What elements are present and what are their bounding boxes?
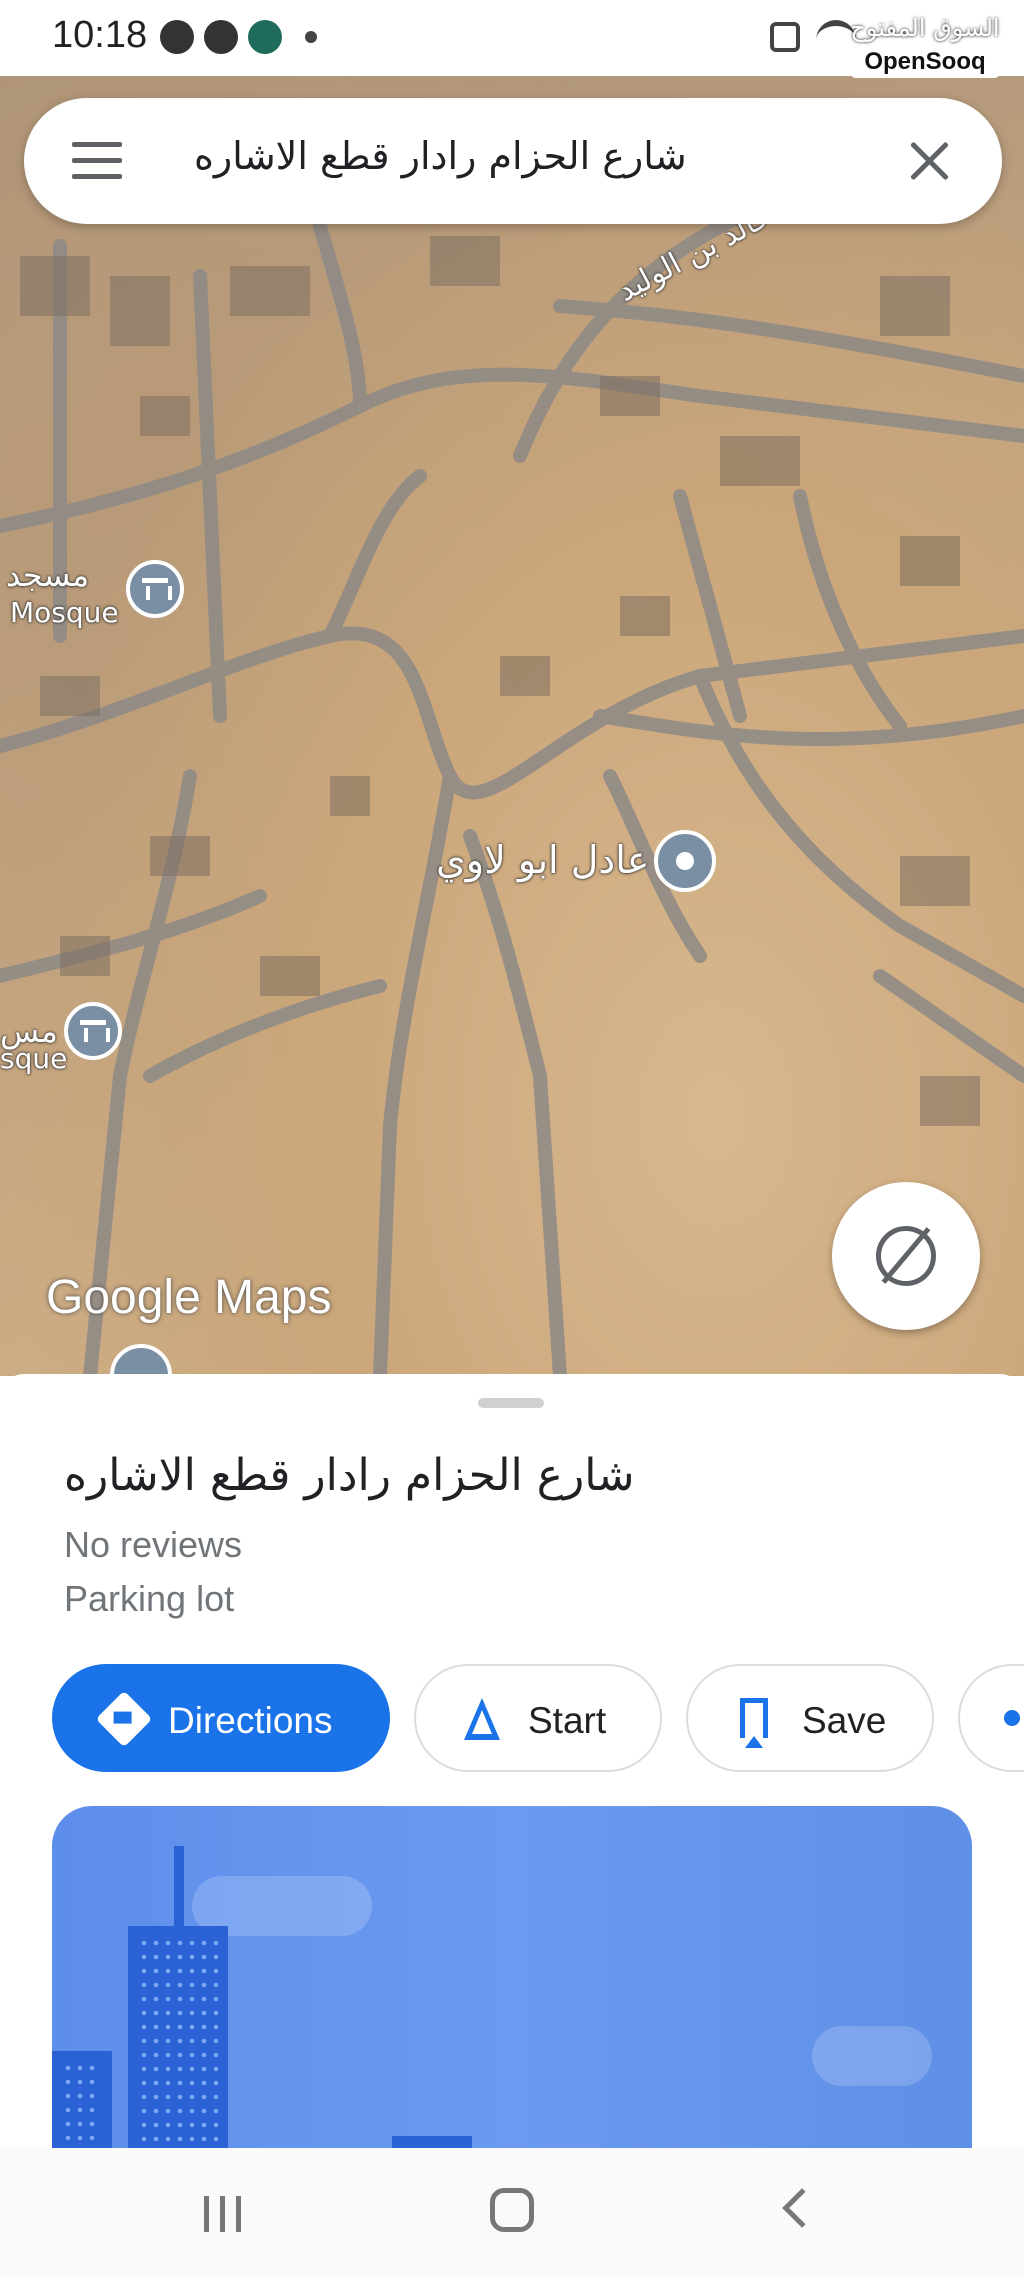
back-button[interactable]	[782, 2188, 822, 2228]
mosque-pin-icon[interactable]	[126, 560, 184, 618]
start-button[interactable]: Start	[414, 1664, 662, 1772]
mosque-label-english: Mosque	[10, 596, 119, 629]
notification-dot-icon	[305, 31, 317, 43]
watermark-english: OpenSooq	[850, 46, 1000, 78]
locate-icon	[876, 1226, 936, 1286]
globe-icon	[248, 20, 282, 54]
directions-icon	[95, 1690, 153, 1748]
close-icon[interactable]	[906, 138, 952, 184]
map-roads	[0, 129, 1024, 1376]
save-button[interactable]: Save	[686, 1664, 934, 1772]
menu-icon[interactable]	[72, 142, 122, 180]
mosque2-label-english: sque	[0, 1042, 68, 1075]
share-icon	[1004, 1710, 1020, 1726]
place-pin-icon[interactable]	[654, 830, 716, 892]
recent-apps-button[interactable]	[204, 2196, 244, 2232]
watermark-arabic: السوق المفتوح	[850, 14, 1000, 42]
place-sheet: شارع الحزام رادار قطع الاشاره No reviews…	[0, 1374, 1024, 2276]
directions-label: Directions	[168, 1700, 333, 1741]
screen: 10:18 السوق المفتوح OpenSooq خالد بن الو…	[0, 0, 1024, 2276]
status-time: 10:18	[52, 14, 148, 56]
building-tower	[174, 1846, 184, 1926]
mosque2-pin-icon[interactable]	[64, 1002, 122, 1060]
google-maps-logo: Google Maps	[46, 1271, 332, 1324]
bookmark-icon	[740, 1698, 768, 1748]
place-title: شارع الحزام رادار قطع الاشاره	[64, 1450, 635, 1501]
mute-icon	[770, 22, 800, 52]
start-label: Start	[528, 1700, 607, 1741]
save-label: Save	[802, 1700, 887, 1741]
mosque-label-arabic: مسجد	[6, 556, 90, 594]
place-type: Parking lot	[64, 1578, 235, 1619]
mosque-icon	[142, 578, 172, 600]
messages-icon	[204, 20, 238, 54]
mosque2-icon	[80, 1020, 110, 1042]
search-bar[interactable]: شارع الحزام رادار قطع الاشاره	[24, 98, 1002, 224]
search-query[interactable]: شارع الحزام رادار قطع الاشاره	[194, 134, 687, 178]
satellite-map[interactable]: خالد بن الوليد مسجد Mosque مس sque عادل …	[0, 76, 1024, 1376]
home-button[interactable]	[490, 2188, 534, 2232]
drag-handle[interactable]	[478, 1398, 544, 1408]
whatsapp-icon	[160, 20, 194, 54]
directions-button[interactable]: Directions	[52, 1664, 390, 1772]
place-reviews: No reviews	[64, 1524, 243, 1565]
share-button[interactable]	[958, 1664, 1024, 1772]
system-nav-bar	[0, 2148, 1024, 2276]
opensooq-watermark: السوق المفتوح OpenSooq	[850, 14, 1000, 96]
place-label: عادل ابو لاوي	[436, 838, 650, 882]
my-location-button[interactable]	[832, 1182, 980, 1330]
navigation-arrow-icon	[464, 1698, 500, 1740]
